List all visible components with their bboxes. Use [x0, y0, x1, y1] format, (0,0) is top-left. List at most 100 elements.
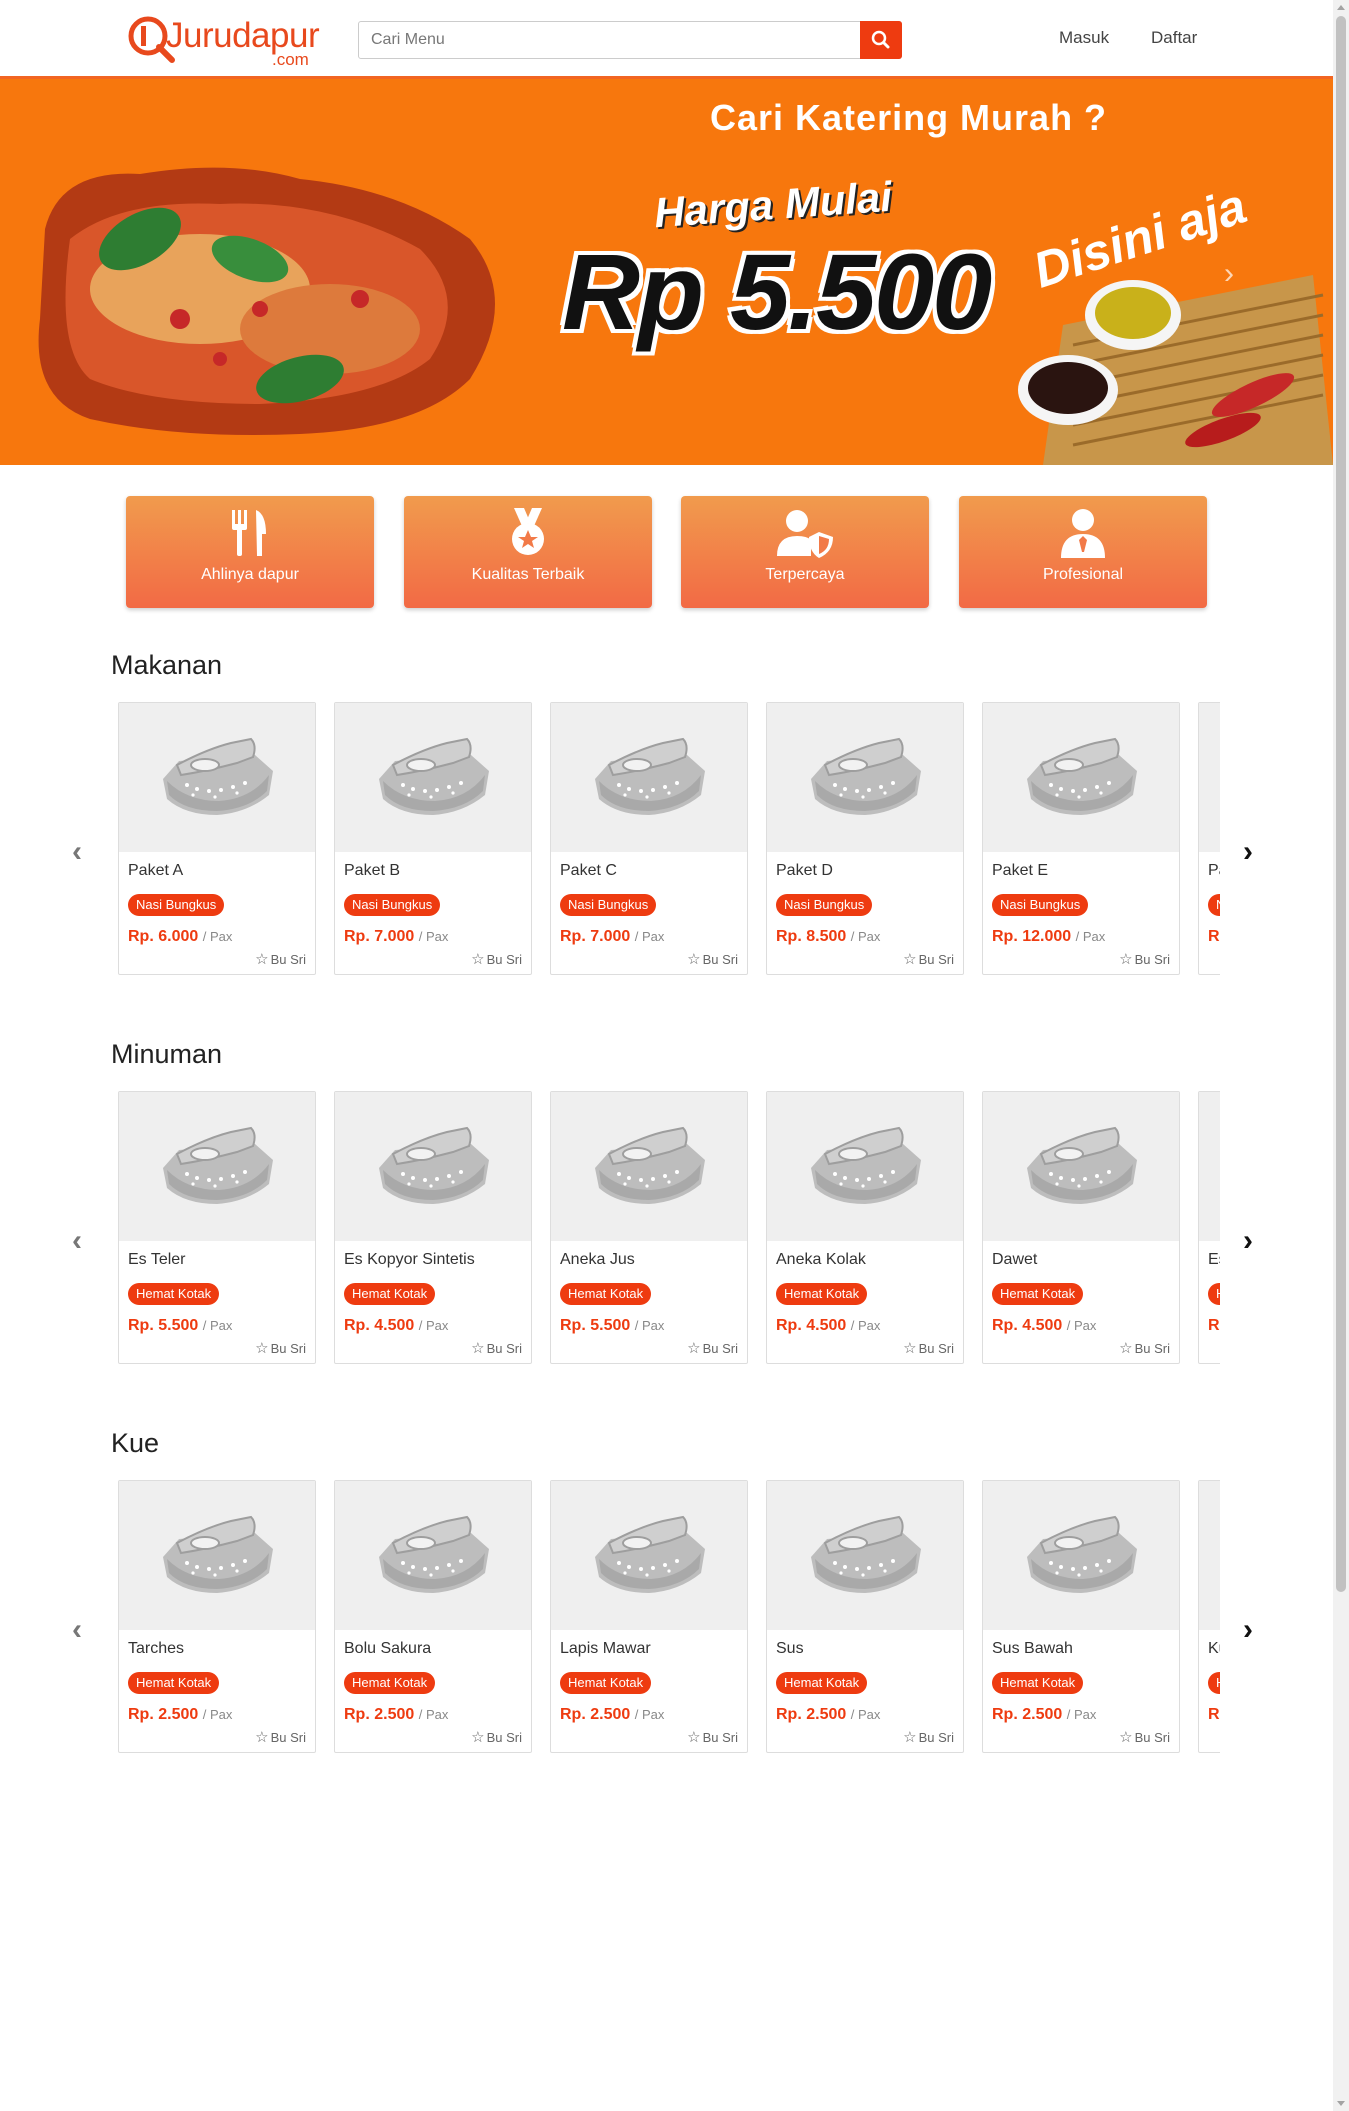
product-card[interactable]: Pa N Rp: [1198, 702, 1220, 975]
product-name[interactable]: Es Teler: [128, 1251, 186, 1269]
product-name[interactable]: Es: [1208, 1251, 1220, 1269]
product-card[interactable]: Es Kopyor Sintetis Hemat Kotak Rp. 4.500 /…: [334, 1091, 532, 1364]
product-image[interactable]: [1199, 1092, 1220, 1241]
product-card[interactable]: Paket C Nasi Bungkus Rp. 7.000 / Pax ☆ Bu Sr…: [550, 702, 748, 975]
product-name[interactable]: Sus Bawah: [992, 1640, 1073, 1658]
product-image[interactable]: [335, 1092, 531, 1241]
scrollbar-thumb[interactable]: [1336, 16, 1346, 1592]
product-image[interactable]: [983, 1481, 1179, 1630]
banner-headline: Cari Katering Murah ?: [710, 97, 1108, 138]
product-name[interactable]: Pa: [1208, 862, 1220, 880]
star-icon: ☆: [255, 951, 269, 968]
price-value: Rp: [1208, 1317, 1220, 1334]
product-card[interactable]: Tarches Hemat Kotak Rp. 2.500 / Pax ☆ Bu Sri: [118, 1480, 316, 1753]
chevron-left-icon[interactable]: ‹: [72, 1226, 92, 1256]
chevron-right-icon[interactable]: ›: [1224, 257, 1234, 291]
category-badge: Hemat Kotak: [344, 1672, 436, 1694]
product-name[interactable]: Tarches: [128, 1640, 184, 1658]
product-name[interactable]: Paket B: [344, 862, 400, 880]
product-card[interactable]: Paket D Nasi Bungkus Rp. 8.500 / Pax ☆ Bu Sr…: [766, 702, 964, 975]
product-card[interactable]: Paket A Nasi Bungkus Rp. 6.000 / Pax ☆ Bu Sr…: [118, 702, 316, 975]
register-link[interactable]: Daftar: [1151, 28, 1197, 48]
feature-card-kualitas-terbaik[interactable]: Kualitas Terbaik: [404, 496, 652, 608]
feature-label: Kualitas Terbaik: [471, 566, 585, 583]
product-image[interactable]: [1199, 1481, 1220, 1630]
star-icon: ☆: [903, 1340, 917, 1357]
price-unit: / Pax: [634, 1707, 665, 1722]
product-card[interactable]: Es H Rp: [1198, 1091, 1220, 1364]
product-image[interactable]: [335, 1481, 531, 1630]
product-card[interactable]: Dawet Hemat Kotak Rp. 4.500 / Pax ☆ Bu Sri: [982, 1091, 1180, 1364]
product-card[interactable]: Ku H Rp: [1198, 1480, 1220, 1753]
product-image[interactable]: [767, 1481, 963, 1630]
seller-name: Bu Sri: [486, 952, 522, 967]
price-value: Rp. 2.500: [776, 1706, 847, 1723]
scroll-up-icon[interactable]: [1337, 5, 1345, 10]
product-name[interactable]: Aneka Kolak: [776, 1251, 866, 1269]
product-image[interactable]: [119, 703, 315, 852]
search-input[interactable]: [359, 22, 859, 58]
product-image[interactable]: [335, 703, 531, 852]
category-badge: H: [1208, 1283, 1220, 1305]
product-name[interactable]: Paket A: [128, 862, 183, 880]
product-image[interactable]: [983, 1092, 1179, 1241]
product-name[interactable]: Es Kopyor Sintetis: [344, 1251, 475, 1269]
product-carousel: Es Teler Hemat Kotak Rp. 5.500 / Pax ☆ Bu Sr…: [118, 1091, 1220, 1371]
product-name[interactable]: Ku: [1208, 1640, 1220, 1658]
chevron-left-icon[interactable]: ‹: [72, 1615, 92, 1645]
login-link[interactable]: Masuk: [1059, 28, 1109, 48]
chevron-right-icon[interactable]: ›: [1243, 1615, 1263, 1645]
product-image[interactable]: [983, 703, 1179, 852]
product-image[interactable]: [551, 1481, 747, 1630]
product-card[interactable]: Paket B Nasi Bungkus Rp. 7.000 / Pax ☆ Bu Sr…: [334, 702, 532, 975]
product-name[interactable]: Bolu Sakura: [344, 1640, 431, 1658]
product-name[interactable]: Dawet: [992, 1251, 1037, 1269]
price-unit: / Pax: [634, 1318, 665, 1333]
feature-card-terpercaya[interactable]: Terpercaya: [681, 496, 929, 608]
product-card[interactable]: Es Teler Hemat Kotak Rp. 5.500 / Pax ☆ Bu Sr…: [118, 1091, 316, 1364]
page-scrollbar[interactable]: [1333, 0, 1349, 2111]
product-image[interactable]: [767, 1092, 963, 1241]
search-button[interactable]: [860, 21, 902, 59]
product-image[interactable]: [119, 1092, 315, 1241]
category-badge: Nasi Bungkus: [128, 894, 225, 916]
chevron-right-icon[interactable]: ›: [1243, 1226, 1263, 1256]
product-name[interactable]: Paket E: [992, 862, 1048, 880]
product-card[interactable]: Bolu Sakura Hemat Kotak Rp. 2.500 / Pax ☆ Bu…: [334, 1480, 532, 1753]
product-image[interactable]: [767, 703, 963, 852]
price-unit: / Pax: [202, 929, 233, 944]
product-image[interactable]: [551, 703, 747, 852]
product-card[interactable]: Lapis Mawar Hemat Kotak Rp. 2.500 / Pax ☆ Bu…: [550, 1480, 748, 1753]
feature-card-ahlinya-dapur[interactable]: Ahlinya dapur: [126, 496, 374, 608]
price-unit: / Pax: [1066, 1318, 1097, 1333]
product-name[interactable]: Paket C: [560, 862, 617, 880]
product-card[interactable]: Aneka Kolak Hemat Kotak Rp. 4.500 / Pax ☆ Bu…: [766, 1091, 964, 1364]
product-name[interactable]: Sus: [776, 1640, 804, 1658]
price-value: Rp. 4.500: [776, 1317, 847, 1334]
jurudapur-logo[interactable]: Jurudapur .com: [126, 10, 320, 70]
product-card[interactable]: Paket E Nasi Bungkus Rp. 12.000 / Pax ☆ Bu S…: [982, 702, 1180, 975]
product-name[interactable]: Aneka Jus: [560, 1251, 635, 1269]
user-shield-icon: [777, 510, 833, 558]
seller-name: Bu Sri: [918, 952, 954, 967]
page: Jurudapur .com Masuk Daftar: [0, 0, 1333, 2111]
product-card[interactable]: Sus Hemat Kotak Rp. 2.500 / Pax ☆ Bu Sri: [766, 1480, 964, 1753]
product-image[interactable]: [551, 1092, 747, 1241]
product-card[interactable]: Sus Bawah Hemat Kotak Rp. 2.500 / Pax ☆ Bu S…: [982, 1480, 1180, 1753]
price-value: Rp. 12.000: [992, 928, 1072, 945]
product-card[interactable]: Aneka Jus Hemat Kotak Rp. 5.500 / Pax ☆ Bu S…: [550, 1091, 748, 1364]
product-name[interactable]: Lapis Mawar: [560, 1640, 651, 1658]
scroll-down-icon[interactable]: [1337, 2101, 1345, 2106]
promo-banner[interactable]: Cari Katering Murah ? Harga Mulai Rp 5.5…: [0, 79, 1333, 465]
feature-card-profesional[interactable]: Profesional: [959, 496, 1207, 608]
top-navbar: Jurudapur .com Masuk Daftar: [0, 0, 1333, 79]
price-value: Rp. 7.000: [344, 928, 415, 945]
product-image[interactable]: [1199, 703, 1220, 852]
star-icon: ☆: [687, 1729, 701, 1746]
product-image[interactable]: [119, 1481, 315, 1630]
product-name[interactable]: Paket D: [776, 862, 833, 880]
category-badge: Hemat Kotak: [128, 1283, 220, 1305]
chevron-right-icon[interactable]: ›: [1243, 837, 1263, 867]
chevron-left-icon[interactable]: ‹: [72, 837, 92, 867]
seller-info: ☆ Bu Sri: [1119, 1728, 1170, 1746]
